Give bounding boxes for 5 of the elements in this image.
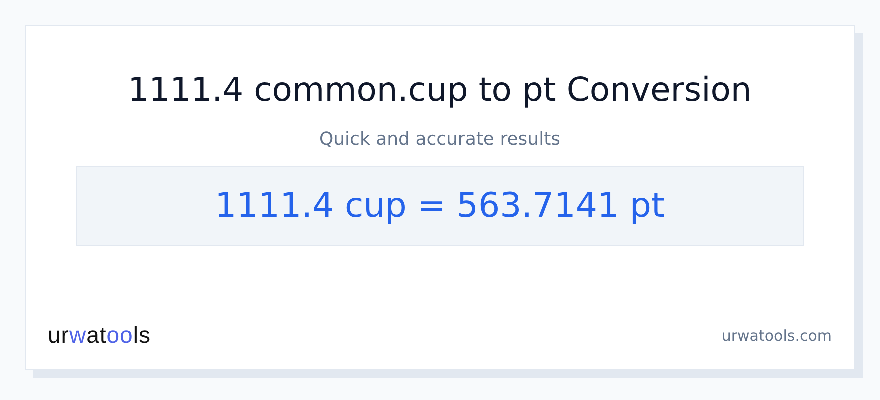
site-url: urwatools.com [722,326,832,344]
page-title: 1111.4 common.cup to pt Conversion [128,69,752,111]
logo: urwatools [48,322,151,349]
result-text: 1111.4 cup = 563.7141 pt [76,166,804,246]
subtitle: Quick and accurate results [319,128,561,152]
